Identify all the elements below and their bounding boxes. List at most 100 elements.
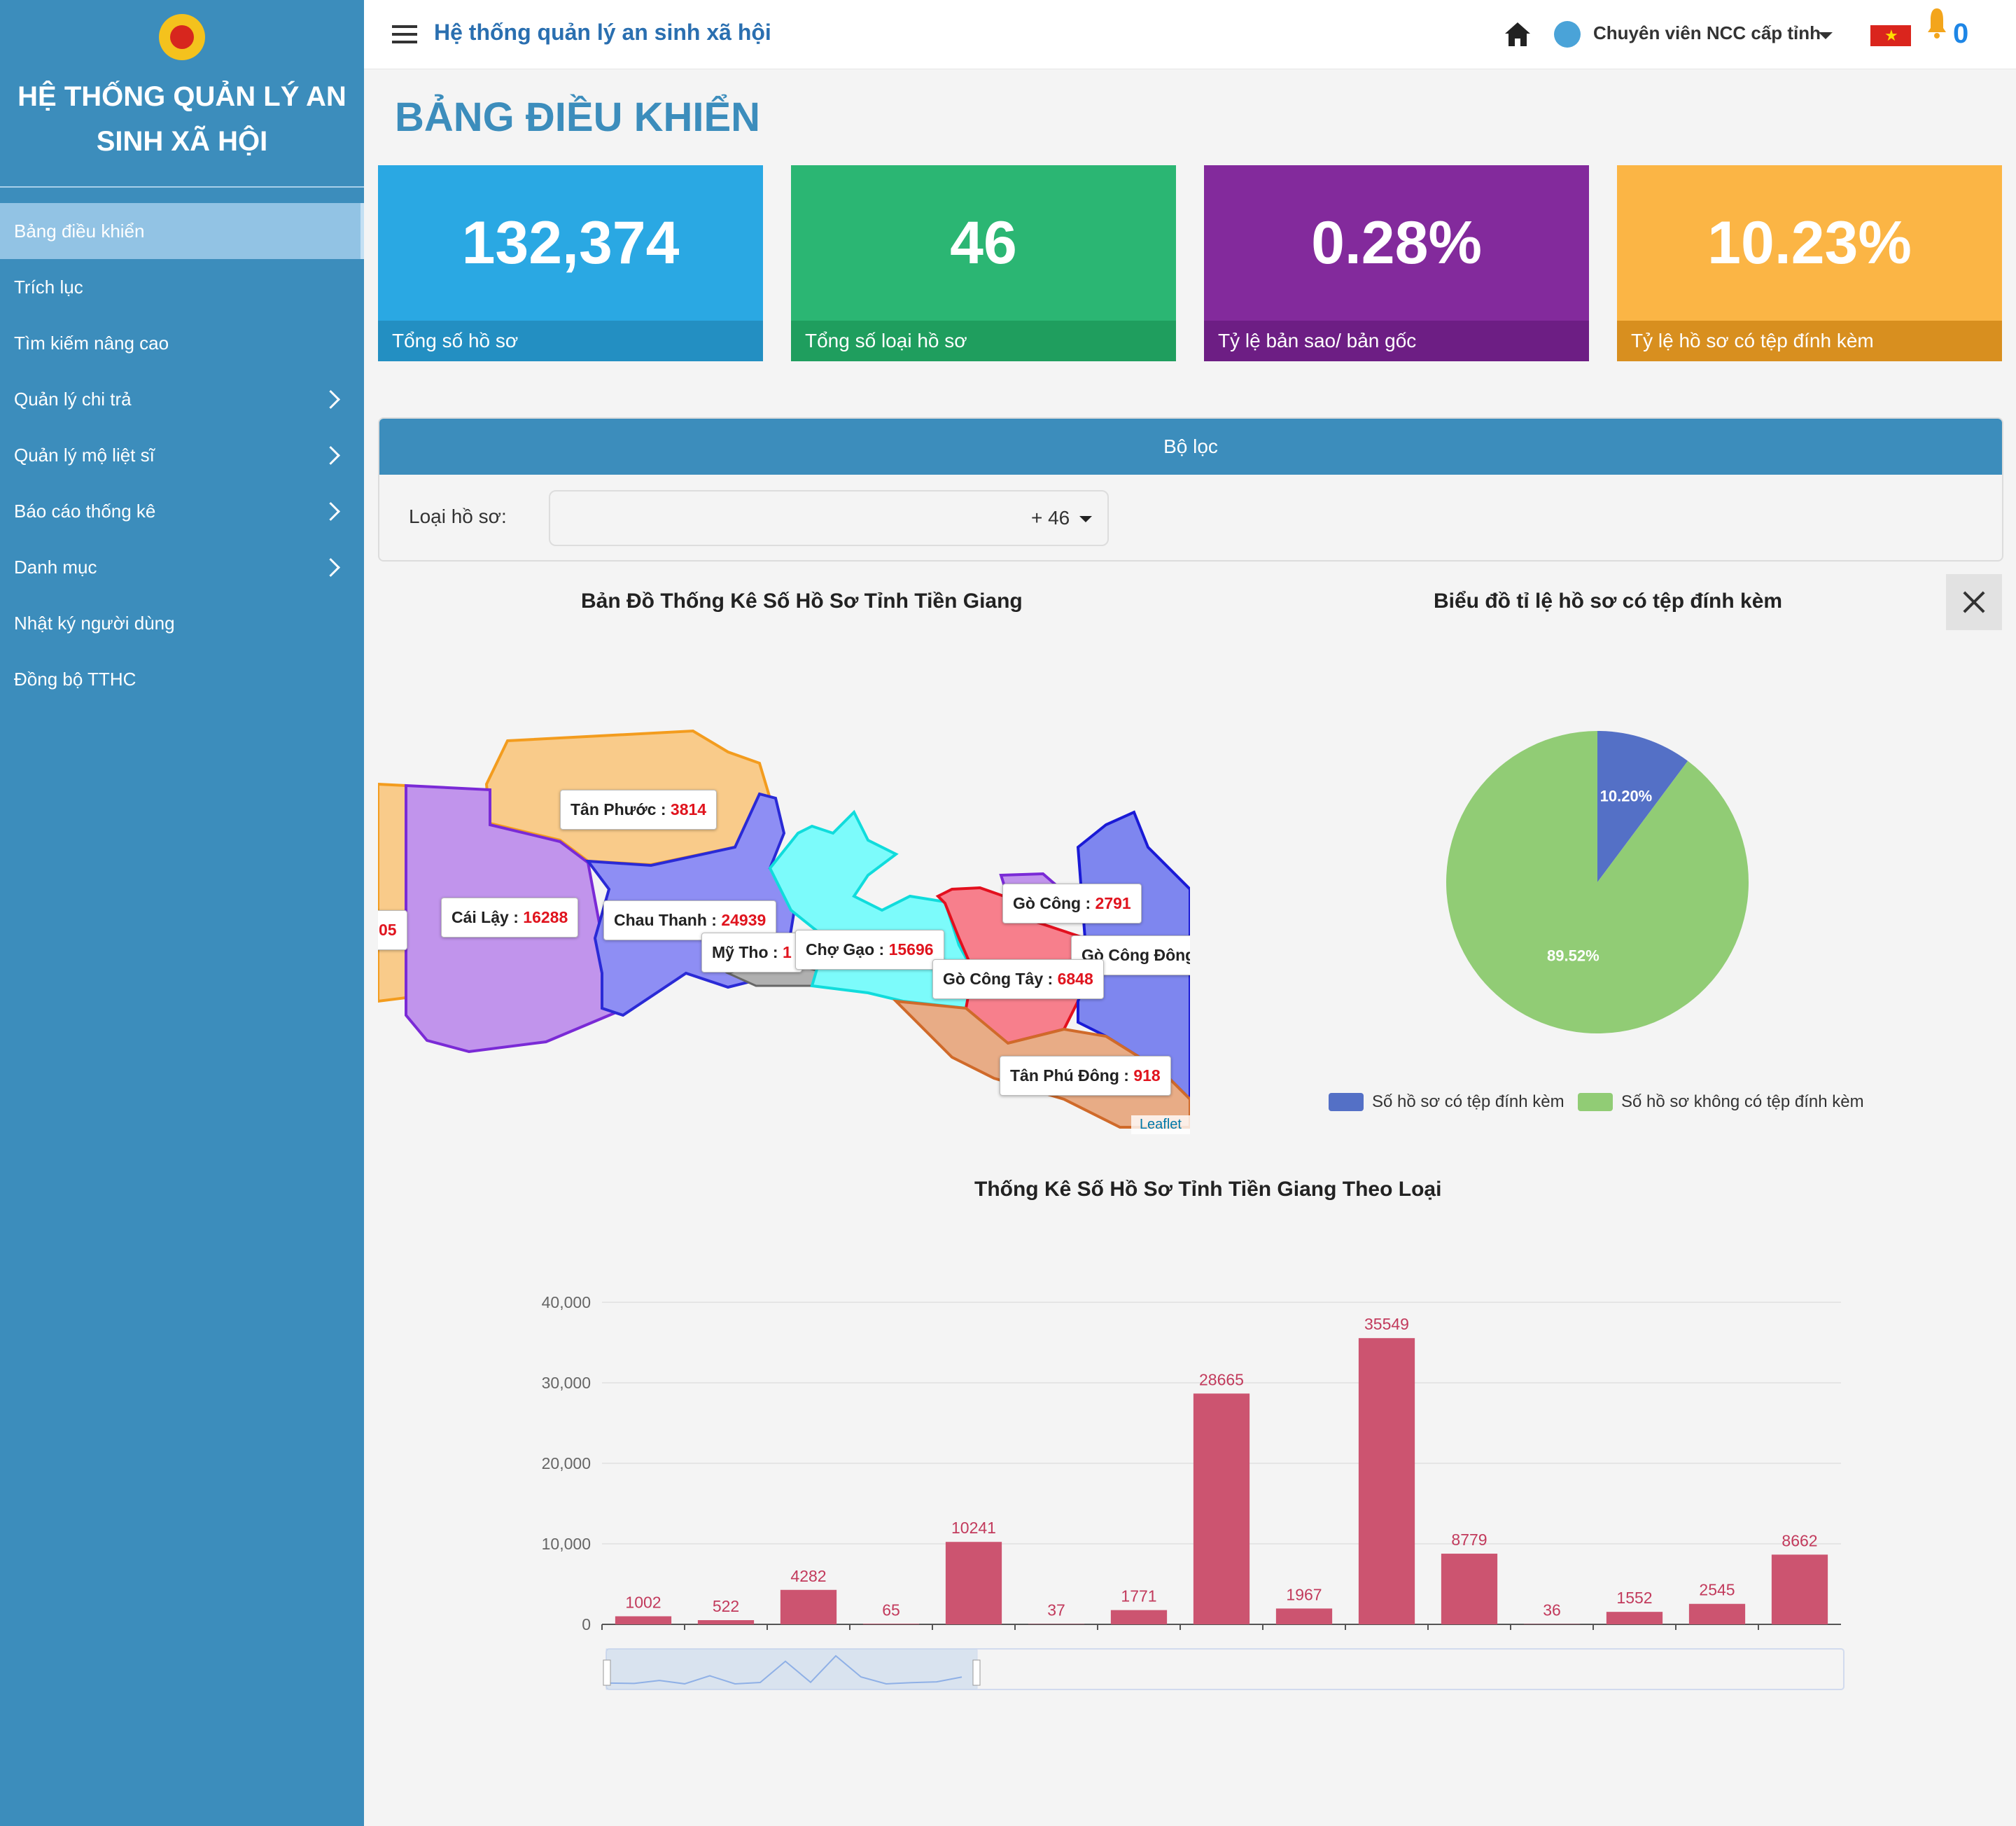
- notification-count[interactable]: 0: [1953, 18, 1968, 50]
- bar-value-label: 37: [1047, 1601, 1065, 1619]
- district-map[interactable]: Tân Phước : 3814 Cái Lậy : 16288 05 Chau…: [378, 707, 1190, 1134]
- data-zoom-handle-right[interactable]: [972, 1659, 981, 1686]
- kpi-card-2[interactable]: 0.28% Tỷ lệ bản sao/ bản gốc: [1204, 165, 1589, 361]
- kpi-label: Tổng số hồ sơ: [378, 321, 763, 361]
- sidebar-item-3[interactable]: Quản lý chi trả: [0, 371, 364, 427]
- y-tick-label: 20,000: [542, 1454, 591, 1472]
- leaflet-attribution[interactable]: Leaflet: [1130, 1115, 1190, 1134]
- bar-value-label: 4282: [790, 1567, 826, 1585]
- bar-value-label: 1967: [1286, 1585, 1322, 1603]
- bar[interactable]: [1688, 1603, 1746, 1624]
- bar-value-label: 1002: [625, 1593, 661, 1611]
- app-name-link[interactable]: Hệ thống quản lý an sinh xã hội: [434, 20, 771, 46]
- kpi-card-3[interactable]: 10.23% Tỷ lệ hồ sơ có tệp đính kèm: [1617, 165, 2002, 361]
- map-title: Bản Đồ Thống Kê Số Hồ Sơ Tỉnh Tiền Giang: [581, 590, 1023, 613]
- brand-title-line2: SINH XÃ HỘI: [96, 126, 268, 157]
- sidebar-item-label: Danh mục: [14, 556, 97, 578]
- bar-value-label: 36: [1543, 1601, 1561, 1619]
- pie-slice-1[interactable]: [1446, 731, 1749, 1033]
- sidebar-item-4[interactable]: Quản lý mộ liệt sĩ: [0, 427, 364, 483]
- bar-chart-title: Thống Kê Số Hồ Sơ Tỉnh Tiền Giang Theo L…: [974, 1178, 1442, 1201]
- map-label-cho-gao[interactable]: Chợ Gạo : 15696: [795, 930, 944, 970]
- map-label-my-tho[interactable]: Mỹ Tho : 1: [701, 933, 802, 973]
- bar[interactable]: [1358, 1338, 1415, 1624]
- top-navbar: Hệ thống quản lý an sinh xã hội Chuyên v…: [364, 0, 2016, 69]
- bar-value-label: 1771: [1121, 1587, 1156, 1605]
- bar-value-label: 522: [713, 1597, 739, 1615]
- map-label-go-cong[interactable]: Gò Công : 2791: [1002, 884, 1142, 924]
- map-label-cai-lay[interactable]: Cái Lậy : 16288: [441, 898, 579, 938]
- caret-down-icon: [1079, 516, 1092, 523]
- pie-slice-label: 89.52%: [1547, 947, 1600, 964]
- bar[interactable]: [1110, 1610, 1168, 1624]
- bar-value-label: 2545: [1699, 1581, 1735, 1599]
- map-label-tan-phu-dong[interactable]: Tân Phú Đông : 918: [1000, 1056, 1171, 1096]
- data-zoom-handle-left[interactable]: [603, 1659, 611, 1686]
- data-zoom-window[interactable]: [606, 1648, 978, 1690]
- bar[interactable]: [780, 1589, 837, 1624]
- legend-with-attachments[interactable]: Số hồ sơ có tệp đính kèm: [1329, 1092, 1564, 1112]
- sidebar-item-0[interactable]: Bảng điều khiển: [0, 203, 364, 259]
- sidebar-item-label: Nhật ký người dùng: [14, 612, 175, 634]
- bar-value-label: 28665: [1199, 1370, 1244, 1388]
- kpi-card-1[interactable]: 46 Tổng số loại hồ sơ: [791, 165, 1176, 361]
- menu-icon[interactable]: [392, 25, 417, 48]
- chevron-down-icon[interactable]: [1819, 32, 1833, 39]
- sidebar-item-6[interactable]: Danh mục: [0, 539, 364, 595]
- legend-swatch-green: [1578, 1093, 1613, 1111]
- brand-title-line1: HỆ THỐNG QUẢN LÝ AN: [18, 81, 346, 112]
- bar[interactable]: [1193, 1393, 1250, 1624]
- bar[interactable]: [697, 1619, 755, 1624]
- bar-value-label: 1552: [1616, 1589, 1652, 1607]
- sidebar-item-label: Bảng điều khiển: [14, 220, 145, 242]
- legend-without-attachments[interactable]: Số hồ sơ không có tệp đính kèm: [1578, 1092, 1864, 1112]
- bar[interactable]: [945, 1542, 1002, 1624]
- kpi-label: Tổng số loại hồ sơ: [791, 321, 1176, 361]
- y-tick-label: 10,000: [542, 1535, 591, 1553]
- bar-value-label: 65: [882, 1601, 900, 1619]
- bar[interactable]: [1275, 1608, 1333, 1624]
- bar[interactable]: [615, 1616, 672, 1624]
- filter-title[interactable]: Bộ lọc: [379, 419, 2002, 475]
- kpi-value: 132,374: [461, 209, 680, 277]
- sidebar-item-label: Trích lục: [14, 276, 83, 298]
- filter-panel: Bộ lọc Loại hồ sơ: + 46: [378, 417, 2003, 562]
- chevron-right-icon: [321, 389, 340, 409]
- user-avatar[interactable]: [1554, 21, 1581, 48]
- sidebar-item-label: Quản lý mộ liệt sĩ: [14, 444, 155, 466]
- legend-swatch-blue: [1329, 1093, 1364, 1111]
- y-tick-label: 30,000: [542, 1374, 591, 1392]
- y-tick-label: 0: [582, 1615, 591, 1633]
- kpi-label: Tỷ lệ bản sao/ bản gốc: [1204, 321, 1589, 361]
- map-label-tan-phuoc[interactable]: Tân Phước : 3814: [560, 790, 718, 830]
- sidebar-item-2[interactable]: Tìm kiếm nâng cao: [0, 315, 364, 371]
- map-label-go-cong-tay[interactable]: Gò Công Tây : 6848: [932, 959, 1104, 999]
- pie-slice-label: 10.20%: [1600, 788, 1653, 805]
- bar[interactable]: [1606, 1612, 1663, 1624]
- user-name[interactable]: Chuyên viên NCC cấp tỉnh: [1593, 22, 1821, 44]
- record-type-select[interactable]: + 46: [549, 490, 1109, 546]
- kpi-label: Tỷ lệ hồ sơ có tệp đính kèm: [1617, 321, 2002, 361]
- bar[interactable]: [1441, 1554, 1498, 1624]
- sidebar-item-5[interactable]: Báo cáo thống kê: [0, 483, 364, 539]
- chevron-right-icon: [321, 501, 340, 521]
- brand-title: HỆ THỐNG QUẢN LÝ AN SINH XÃ HỘI: [0, 74, 364, 164]
- sidebar-item-label: Quản lý chi trả: [14, 388, 132, 410]
- sidebar-item-label: Báo cáo thống kê: [14, 500, 156, 522]
- records-by-type-bar-chart[interactable]: 0 10,000 20,000 30,000 40,000 1002 522 4282 65 10…: [0, 1288, 2016, 1708]
- close-icon[interactable]: [1946, 574, 2002, 630]
- pie-title: Biểu đồ tỉ lệ hồ sơ có tệp đính kèm: [1434, 590, 1783, 613]
- kpi-card-0[interactable]: 132,374 Tổng số hồ sơ: [378, 165, 763, 361]
- home-icon[interactable]: [1504, 21, 1532, 48]
- sidebar-item-7[interactable]: Nhật ký người dùng: [0, 595, 364, 651]
- vietnam-flag-icon[interactable]: [1870, 25, 1911, 46]
- bell-icon[interactable]: [1926, 6, 1947, 41]
- bar[interactable]: [1771, 1554, 1828, 1624]
- attachment-pie-chart[interactable]: 10.20% 89.52%: [1443, 728, 1751, 1036]
- sidebar-item-8[interactable]: Đồng bộ TTHC: [0, 651, 364, 707]
- sidebar-item-1[interactable]: Trích lục: [0, 259, 364, 315]
- sidebar-item-label: Tìm kiếm nâng cao: [14, 332, 169, 354]
- chevron-right-icon: [321, 445, 340, 465]
- map-label-west[interactable]: 05: [378, 910, 407, 950]
- bar-value-label: 10241: [951, 1519, 996, 1537]
